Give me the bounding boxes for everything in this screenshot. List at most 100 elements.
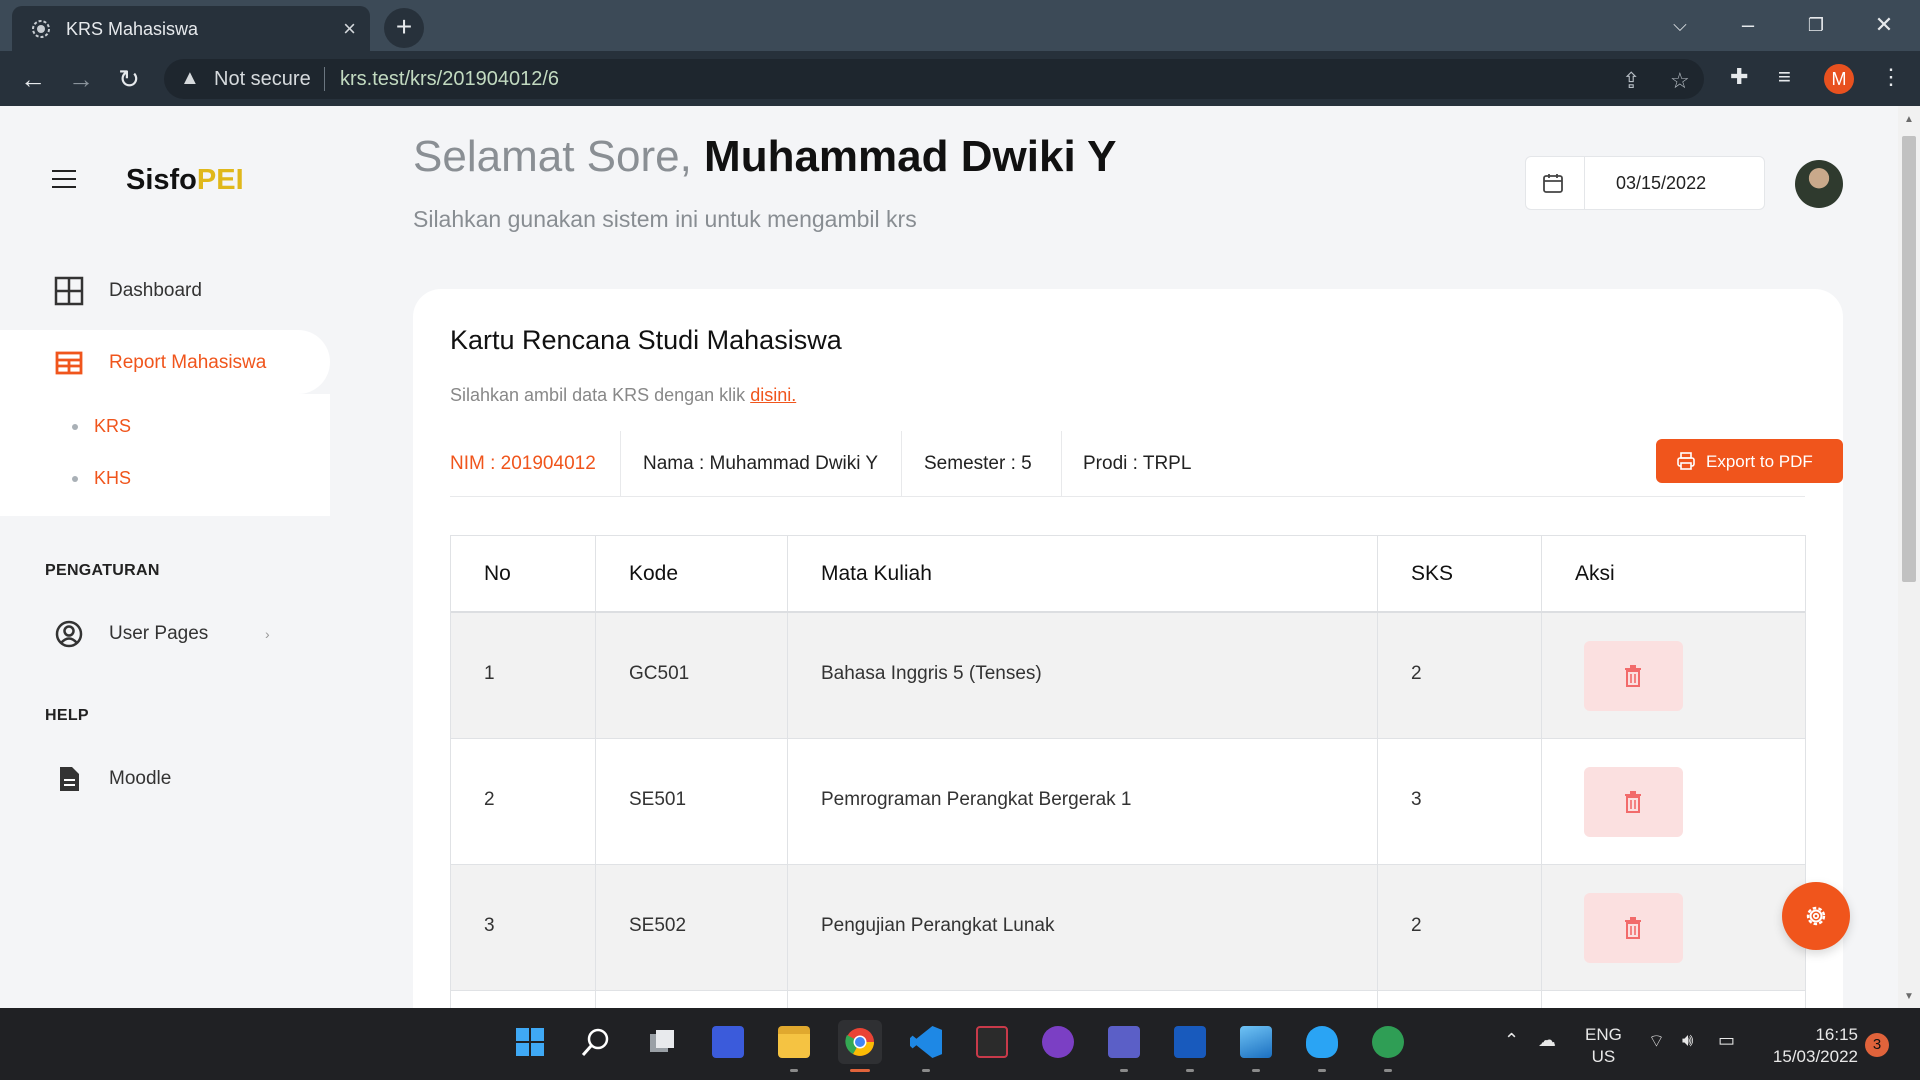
browser-tab[interactable]: KRS Mahasiswa × xyxy=(12,6,370,51)
delete-button[interactable] xyxy=(1584,767,1683,837)
student-name: Nama : Muhammad Dwiki Y xyxy=(643,453,879,474)
reload-icon[interactable]: ↻ xyxy=(112,62,146,96)
trash-icon xyxy=(1625,917,1641,939)
onedrive-cloud-icon[interactable]: ☁ xyxy=(1538,1030,1556,1051)
taskbar-photos[interactable] xyxy=(1234,1020,1278,1072)
running-indicator xyxy=(790,1069,798,1072)
profile-avatar[interactable]: M xyxy=(1824,64,1854,94)
sidebar-item-report-mahasiswa[interactable]: Report Mahasiswa xyxy=(0,330,330,394)
column-header-aksi: Aksi xyxy=(1575,562,1615,585)
cell-sks xyxy=(1378,991,1542,1008)
extensions-icon[interactable]: ✚ xyxy=(1730,64,1748,90)
settings-fab[interactable] xyxy=(1782,882,1850,950)
sidebar-item-dashboard[interactable]: Dashboard xyxy=(0,258,330,322)
lang-bottom: US xyxy=(1591,1047,1616,1066)
tab-close-icon[interactable]: × xyxy=(343,16,356,42)
column-header-mata-kuliah: Mata Kuliah xyxy=(788,536,1378,611)
taskbar-app-cloud[interactable] xyxy=(1300,1020,1344,1072)
share-icon[interactable]: ⇪ xyxy=(1622,68,1640,94)
card-instruction: Silahkan ambil data KRS dengan klik disi… xyxy=(450,385,796,406)
column-header-no: No xyxy=(451,536,596,611)
notification-badge[interactable]: 3 xyxy=(1865,1033,1889,1057)
running-indicator xyxy=(1384,1069,1392,1072)
student-semester: Semester : 5 xyxy=(924,453,1032,474)
instruction-link[interactable]: disini. xyxy=(750,385,796,405)
battery-icon[interactable]: ▭ xyxy=(1718,1030,1735,1051)
url-text: krs.test/krs/201904012/6 xyxy=(340,68,559,91)
scroll-up-icon[interactable]: ▲ xyxy=(1904,114,1914,125)
taskbar-app-dev[interactable] xyxy=(970,1020,1014,1064)
start-button[interactable] xyxy=(508,1020,552,1064)
scroll-down-icon[interactable]: ▼ xyxy=(1904,991,1914,1002)
taskbar-task-view[interactable] xyxy=(640,1020,684,1064)
grid-icon xyxy=(54,276,84,306)
cell-aksi xyxy=(1542,739,1807,864)
running-indicator xyxy=(922,1069,930,1072)
calendar-icon xyxy=(1543,174,1563,193)
logo-accent: PEI xyxy=(196,164,244,196)
running-indicator xyxy=(1186,1069,1194,1072)
back-icon[interactable]: ← xyxy=(16,62,50,96)
url-field[interactable]: ▲ Not secure krs.test/krs/201904012/6 ⇪ … xyxy=(164,59,1704,99)
cell-mata-kuliah: Bahasa Inggris 5 (Tenses) xyxy=(788,613,1378,738)
clock-time: 16:15 xyxy=(1815,1025,1858,1044)
address-bar: ← → ↻ ▲ Not secure krs.test/krs/20190401… xyxy=(0,51,1920,106)
cell-sks: 2 xyxy=(1378,865,1542,990)
running-indicator xyxy=(1120,1069,1128,1072)
taskbar-chrome[interactable] xyxy=(838,1020,882,1072)
wifi-icon[interactable]: ⌔ xyxy=(1648,1030,1665,1053)
minimize-button[interactable]: – xyxy=(1728,8,1768,42)
omnibox-separator xyxy=(324,67,325,91)
taskbar-vscode[interactable] xyxy=(904,1020,948,1072)
taskbar-app-hs[interactable] xyxy=(1366,1020,1410,1072)
user-avatar[interactable] xyxy=(1795,160,1843,208)
taskbar-github[interactable] xyxy=(1036,1020,1080,1064)
card-title: Kartu Rencana Studi Mahasiswa xyxy=(450,325,842,355)
close-window-button[interactable]: ✕ xyxy=(1864,8,1904,42)
more-menu-icon[interactable]: ⋮ xyxy=(1880,64,1902,90)
restore-button[interactable]: ❐ xyxy=(1796,8,1836,42)
table-row xyxy=(451,991,1805,1008)
delete-button[interactable] xyxy=(1584,893,1683,963)
sidebar-item-user-pages[interactable]: User Pages xyxy=(0,601,330,665)
cell-kode: GC501 xyxy=(596,613,788,738)
taskbar-app-editor[interactable] xyxy=(706,1020,750,1064)
export-pdf-button[interactable]: Export to PDF xyxy=(1656,439,1843,483)
page-scrollbar[interactable]: ▲ ▼ xyxy=(1898,106,1920,1008)
bullet-icon xyxy=(72,476,78,483)
info-separator xyxy=(901,431,902,496)
bookmark-star-icon[interactable]: ☆ xyxy=(1670,68,1690,94)
column-header-kode: Kode xyxy=(596,536,788,611)
sidebar-item-moodle[interactable]: Moodle xyxy=(0,746,330,810)
trash-icon xyxy=(1625,791,1641,813)
info-separator xyxy=(1061,431,1062,496)
sidebar-subitem-khs[interactable]: KHS xyxy=(72,468,131,489)
taskbar-teams[interactable] xyxy=(1102,1020,1146,1072)
volume-icon[interactable]: 🔊︎ xyxy=(1682,1030,1693,1051)
system-clock[interactable]: 16:15 15/03/2022 xyxy=(1762,1024,1858,1068)
site-favicon-icon xyxy=(32,20,50,38)
hamburger-menu-icon[interactable] xyxy=(52,170,76,190)
taskbar-file-explorer[interactable] xyxy=(772,1020,816,1072)
sidebar-subitem-krs[interactable]: KRS xyxy=(72,416,131,437)
app-logo[interactable]: SisfoPEI xyxy=(126,164,244,197)
date-picker[interactable]: 03/15/2022 xyxy=(1525,156,1765,210)
cloud-app-icon xyxy=(1306,1026,1338,1058)
cell-mata-kuliah: Pemrograman Perangkat Bergerak 1 xyxy=(788,739,1378,864)
language-indicator[interactable]: ENG US xyxy=(1585,1024,1622,1068)
new-tab-button[interactable]: + xyxy=(384,8,424,48)
cell-sks: 2 xyxy=(1378,613,1542,738)
delete-button[interactable] xyxy=(1584,641,1683,711)
user-circle-icon xyxy=(55,620,83,648)
media-queue-icon[interactable]: ≡ xyxy=(1778,64,1791,90)
forward-icon[interactable]: → xyxy=(64,62,98,96)
cell-aksi xyxy=(1542,613,1807,738)
tab-search-icon[interactable]: ⌵ xyxy=(1660,8,1700,42)
taskbar-word[interactable] xyxy=(1168,1020,1212,1072)
gear-icon xyxy=(1806,906,1826,926)
tab-title: KRS Mahasiswa xyxy=(66,19,199,39)
tray-overflow-icon[interactable]: ⌃ xyxy=(1504,1030,1519,1051)
scrollbar-thumb[interactable] xyxy=(1902,136,1916,582)
security-label: Not secure xyxy=(214,68,311,90)
taskbar-search[interactable] xyxy=(574,1020,618,1064)
